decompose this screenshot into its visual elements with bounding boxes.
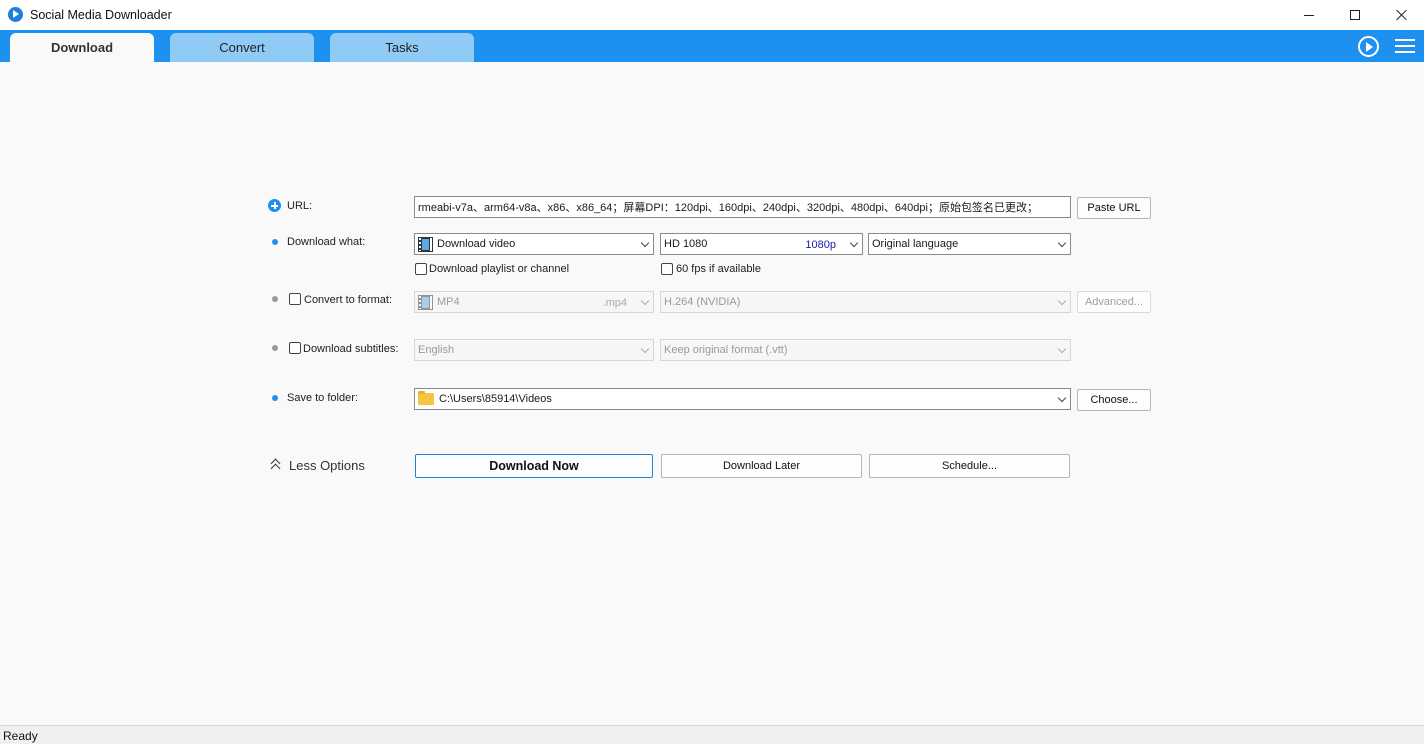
window-title: Social Media Downloader xyxy=(30,8,172,22)
tab-convert[interactable]: Convert xyxy=(170,33,314,62)
close-icon xyxy=(1395,9,1407,21)
folder-icon xyxy=(418,391,434,405)
chevron-down-icon xyxy=(640,344,650,354)
download-later-button[interactable]: Download Later xyxy=(661,454,862,478)
url-label: URL: xyxy=(287,200,313,212)
save-folder-select[interactable]: C:\Users\85914\Videos xyxy=(414,388,1071,410)
choose-folder-button[interactable]: Choose... xyxy=(1077,389,1151,411)
fps-checkbox[interactable] xyxy=(661,263,673,275)
download-type-select[interactable]: Download video xyxy=(414,233,654,255)
save-folder-path: C:\Users\85914\Videos xyxy=(439,393,552,405)
codec-select[interactable]: H.264 (NVIDIA) xyxy=(660,291,1071,313)
convert-label: Convert to format: xyxy=(304,294,393,306)
convert-format-ext: .mp4 xyxy=(602,297,627,309)
playlist-label: Download playlist or channel xyxy=(429,263,570,275)
language-select[interactable]: Original language xyxy=(868,233,1071,255)
subtitles-dot xyxy=(272,345,278,351)
save-dot xyxy=(272,395,278,401)
url-input-text: rmeabi-v7a、arm64-v8a、x86、x86_64；屏幕DPI：12… xyxy=(418,202,1038,214)
playlist-checkbox[interactable] xyxy=(415,263,427,275)
tab-bar: Download Convert Tasks xyxy=(0,30,1424,62)
less-options-toggle[interactable]: Less Options xyxy=(289,458,365,473)
subtitle-language-select[interactable]: English xyxy=(414,339,654,361)
convert-format-value: MP4 xyxy=(437,296,460,308)
save-label: Save to folder: xyxy=(287,392,358,404)
chevron-down-icon xyxy=(1057,393,1067,403)
add-url-icon[interactable] xyxy=(268,199,281,212)
chevron-down-icon xyxy=(640,296,650,306)
chevron-down-icon xyxy=(849,238,859,248)
hamburger-menu-icon[interactable] xyxy=(1395,38,1415,54)
download-what-label: Download what: xyxy=(287,236,366,248)
convert-format-select[interactable]: MP4 .mp4 xyxy=(414,291,654,313)
close-button[interactable] xyxy=(1378,0,1424,30)
chevron-down-icon xyxy=(640,238,650,248)
url-input[interactable]: rmeabi-v7a、arm64-v8a、x86、x86_64；屏幕DPI：12… xyxy=(414,196,1071,218)
convert-checkbox[interactable] xyxy=(289,293,301,305)
app-logo-icon xyxy=(8,7,23,22)
minimize-icon xyxy=(1304,14,1314,16)
quality-value: HD 1080 xyxy=(664,238,708,250)
paste-url-button[interactable]: Paste URL xyxy=(1077,197,1151,219)
tab-tasks[interactable]: Tasks xyxy=(330,33,474,62)
fps-label: 60 fps if available xyxy=(676,263,761,275)
subtitle-language-value: English xyxy=(418,344,455,356)
subtitle-format-select[interactable]: Keep original format (.vtt) xyxy=(660,339,1071,361)
codec-value: H.264 (NVIDIA) xyxy=(664,296,741,308)
convert-dot xyxy=(272,296,278,302)
play-circle-icon[interactable] xyxy=(1358,36,1379,57)
title-bar: Social Media Downloader xyxy=(0,0,1424,30)
status-bar: Ready xyxy=(0,725,1424,744)
schedule-button[interactable]: Schedule... xyxy=(869,454,1070,478)
advanced-button[interactable]: Advanced... xyxy=(1077,291,1151,313)
subtitles-label: Download subtitles: xyxy=(303,343,399,355)
maximize-icon xyxy=(1350,10,1360,20)
quality-tag: 1080p xyxy=(805,239,836,251)
status-text: Ready xyxy=(3,729,38,743)
download-type-value: Download video xyxy=(437,238,516,250)
tab-download[interactable]: Download xyxy=(10,33,154,62)
film-icon xyxy=(418,236,433,252)
film-icon xyxy=(418,294,433,310)
subtitle-format-value: Keep original format (.vtt) xyxy=(664,344,788,356)
minimize-button[interactable] xyxy=(1286,0,1332,30)
maximize-button[interactable] xyxy=(1332,0,1378,30)
chevron-down-icon xyxy=(1057,296,1067,306)
download-what-dot xyxy=(272,239,278,245)
chevron-up-icon[interactable] xyxy=(268,458,284,474)
language-value: Original language xyxy=(872,238,959,250)
quality-select[interactable]: HD 1080 1080p xyxy=(660,233,863,255)
subtitles-checkbox[interactable] xyxy=(289,342,301,354)
download-now-button[interactable]: Download Now xyxy=(415,454,653,478)
chevron-down-icon xyxy=(1057,344,1067,354)
chevron-down-icon xyxy=(1057,238,1067,248)
